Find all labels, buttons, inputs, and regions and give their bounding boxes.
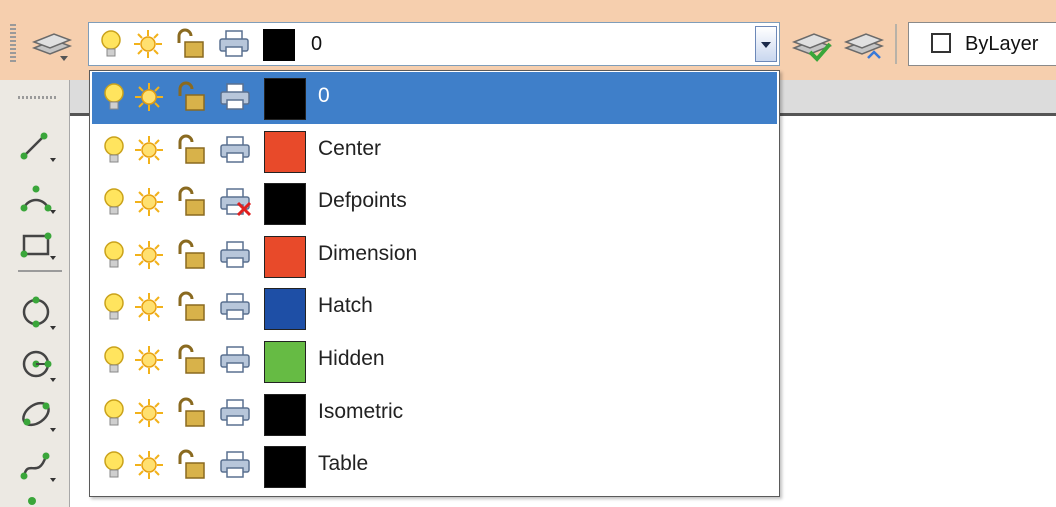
layer-color-swatch[interactable] <box>264 130 306 173</box>
layer-row[interactable]: 0 <box>92 72 777 124</box>
draw-toolbar-divider <box>18 270 62 272</box>
lightbulb-on-icon[interactable] <box>102 240 126 272</box>
layer-name: Defpoints <box>318 189 407 213</box>
lightbulb-on-icon[interactable] <box>102 187 126 219</box>
lock-unlocked-icon[interactable] <box>173 27 207 61</box>
make-current-icon[interactable] <box>790 28 834 64</box>
lock-unlocked-icon[interactable] <box>174 448 208 482</box>
layer-color-swatch[interactable] <box>264 446 306 489</box>
sun-thaw-icon[interactable] <box>134 345 164 375</box>
layer-row[interactable]: Table <box>92 440 777 492</box>
layer-name: Center <box>318 136 382 160</box>
printer-icon[interactable] <box>218 240 252 270</box>
toolbar-separator <box>895 24 897 64</box>
printer-icon[interactable] <box>218 345 252 375</box>
circle-icon[interactable] <box>18 294 58 332</box>
layer-color-swatch[interactable] <box>264 341 306 383</box>
lock-unlocked-icon[interactable] <box>174 133 208 167</box>
linetype-value: ByLayer <box>965 33 1039 55</box>
layer-row[interactable]: Dimension <box>92 230 777 282</box>
layer-row[interactable]: Isometric <box>92 388 777 440</box>
layer-row[interactable]: Hidden <box>92 335 777 387</box>
lightbulb-on-icon[interactable] <box>102 450 126 482</box>
layer-row[interactable]: Center <box>92 125 777 177</box>
lock-unlocked-icon[interactable] <box>174 238 208 272</box>
layer-combo[interactable]: 0 <box>88 22 780 66</box>
layer-name: Table <box>318 452 369 476</box>
sun-thaw-icon[interactable] <box>134 135 164 165</box>
printer-icon[interactable] <box>217 29 251 59</box>
lock-unlocked-icon[interactable] <box>174 343 208 377</box>
spline-icon[interactable] <box>18 446 58 484</box>
layer-previous-icon[interactable] <box>842 28 886 64</box>
line-icon[interactable] <box>18 128 58 164</box>
layer-row[interactable]: Defpoints <box>92 177 777 229</box>
toolbar-grip[interactable] <box>10 24 16 64</box>
layer-name: Hatch <box>318 294 373 318</box>
dropdown-arrow-button[interactable] <box>755 26 777 62</box>
hatch-tool-icon[interactable] <box>18 494 58 507</box>
current-layer-name: 0 <box>311 33 323 55</box>
lightbulb-on-icon[interactable] <box>102 398 126 430</box>
lightbulb-on-icon[interactable] <box>102 292 126 324</box>
rectangle-icon[interactable] <box>18 226 58 262</box>
revolve-icon[interactable] <box>18 346 58 384</box>
sun-thaw-icon[interactable] <box>134 398 164 428</box>
lock-unlocked-icon[interactable] <box>174 290 208 324</box>
layer-color-swatch[interactable] <box>264 235 306 278</box>
layer-name: Hidden <box>318 347 385 370</box>
layer-color-swatch[interactable] <box>264 183 306 226</box>
printer-icon[interactable] <box>218 450 252 480</box>
layer-row[interactable]: Hatch <box>92 282 777 334</box>
lock-unlocked-icon[interactable] <box>174 80 208 114</box>
layer-properties-icon[interactable] <box>30 28 76 64</box>
sun-thaw-icon[interactable] <box>134 292 164 322</box>
lightbulb-on-icon[interactable] <box>102 135 126 167</box>
no-plot-printer-icon[interactable] <box>218 187 252 217</box>
layer-name: Isometric <box>318 399 404 423</box>
layer-name: 0 <box>318 84 330 107</box>
lightbulb-on-icon[interactable] <box>99 29 123 61</box>
layer-name: Dimension <box>318 241 418 265</box>
printer-icon[interactable] <box>218 82 252 112</box>
draw-toolbar-grip[interactable] <box>18 96 58 99</box>
lock-unlocked-icon[interactable] <box>174 396 208 430</box>
color-swatch-checkbox <box>931 33 951 53</box>
sun-thaw-icon[interactable] <box>134 450 164 480</box>
sun-thaw-icon[interactable] <box>134 240 164 270</box>
sun-thaw-icon[interactable] <box>134 82 164 112</box>
arc-icon[interactable] <box>18 180 58 216</box>
printer-icon[interactable] <box>218 292 252 322</box>
lightbulb-on-icon[interactable] <box>102 82 126 114</box>
ellipse-icon[interactable] <box>18 396 58 434</box>
current-layer-color-swatch <box>263 29 295 61</box>
linetype-combo[interactable]: ByLayer <box>908 22 1056 66</box>
lightbulb-on-icon[interactable] <box>102 345 126 377</box>
printer-icon[interactable] <box>218 398 252 428</box>
lock-unlocked-icon[interactable] <box>174 185 208 219</box>
printer-icon[interactable] <box>218 135 252 165</box>
layer-color-swatch[interactable] <box>264 78 306 120</box>
layer-color-swatch[interactable] <box>264 288 306 331</box>
sun-thaw-icon[interactable] <box>133 29 163 59</box>
layer-dropdown-list: 0 Center Defpoints Dimension Hatch Hidde… <box>89 70 780 497</box>
layer-color-swatch[interactable] <box>264 393 306 436</box>
sun-thaw-icon[interactable] <box>134 187 164 217</box>
